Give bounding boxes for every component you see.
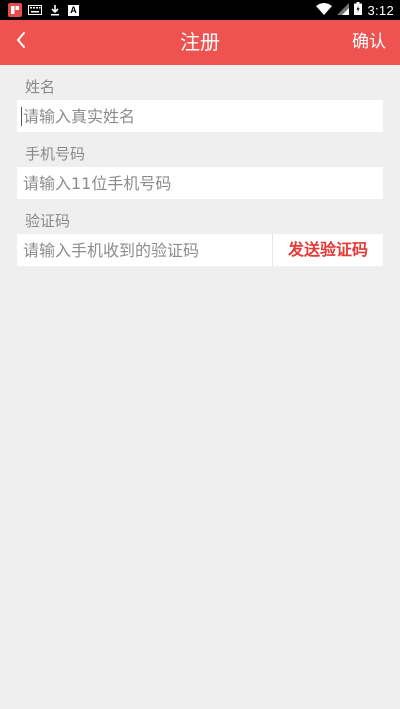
- send-code-button[interactable]: 发送验证码: [273, 234, 383, 266]
- code-label: 验证码: [25, 212, 71, 230]
- confirm-button[interactable]: 确认: [352, 20, 386, 65]
- phone-input[interactable]: [17, 167, 383, 199]
- system-icons: 3:12: [316, 2, 394, 18]
- status-time: 3:12: [367, 2, 394, 18]
- phone-field-container: [17, 167, 383, 199]
- name-label: 姓名: [25, 78, 56, 96]
- page-title: 注册: [180, 30, 220, 54]
- text-cursor: [21, 107, 22, 126]
- back-button[interactable]: [6, 27, 36, 57]
- name-input[interactable]: [17, 100, 383, 132]
- download-icon: [48, 4, 62, 16]
- text-a-icon: A: [68, 4, 79, 16]
- status-bar: A 3:12: [0, 0, 400, 20]
- keyboard-icon: [28, 4, 42, 16]
- battery-icon: [354, 2, 363, 18]
- phone-label: 手机号码: [25, 145, 86, 163]
- name-field-container: [17, 100, 383, 132]
- chevron-left-icon: [15, 31, 27, 53]
- signal-icon: [337, 2, 350, 18]
- code-field-container: 发送验证码: [17, 234, 383, 266]
- verification-code-input[interactable]: [17, 234, 272, 266]
- notification-icons: A: [8, 3, 79, 17]
- wifi-icon: [316, 2, 333, 18]
- app-notification-icon: [8, 3, 22, 17]
- app-bar: 注册 确认: [0, 20, 400, 65]
- registration-form: 姓名 手机号码 验证码 发送验证码: [17, 65, 383, 266]
